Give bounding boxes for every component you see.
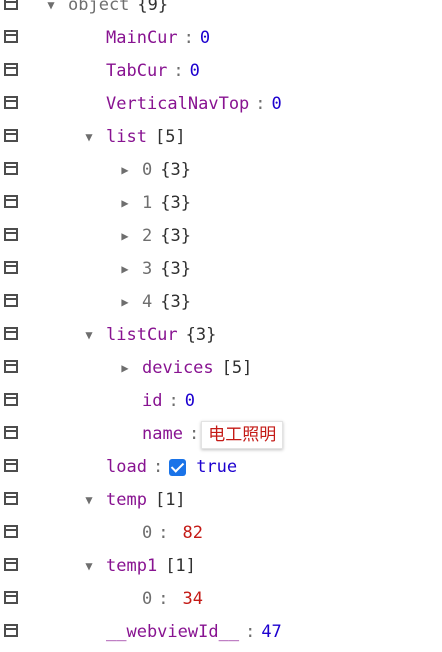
- maincur-key: MainCur: [106, 28, 178, 48]
- devices-meta: [5]: [221, 358, 253, 378]
- webviewid-key: __webviewId__: [106, 622, 240, 642]
- tree-row-temp1: ▼ temp1 [1]: [0, 550, 442, 583]
- tree-row-tabcur: TabCur : 0: [0, 55, 442, 88]
- webviewid-value[interactable]: 47: [261, 616, 281, 649]
- listcur-key: listCur: [106, 325, 178, 345]
- edit-icon[interactable]: [4, 492, 18, 505]
- tree-row-list-item: ▶ 0 {3}: [0, 154, 442, 187]
- list-item-meta: {3}: [160, 259, 191, 279]
- tree-row-root: ▼ object {9}: [0, 0, 442, 22]
- tree-row-list-item: ▶ 1 {3}: [0, 187, 442, 220]
- edit-icon[interactable]: [4, 525, 18, 538]
- edit-icon[interactable]: [4, 459, 18, 472]
- tree-row-devices: ▶ devices [5]: [0, 352, 442, 385]
- edit-icon[interactable]: [4, 591, 18, 604]
- devices-key: devices: [142, 358, 214, 378]
- temp1-item-key: 0: [142, 589, 153, 609]
- tree-row-maincur: MainCur : 0: [0, 22, 442, 55]
- tree-row-load: load : true: [0, 451, 442, 484]
- tree-row-name: name : 电工照明: [0, 418, 442, 451]
- load-key: load: [106, 457, 147, 477]
- edit-icon[interactable]: [4, 228, 18, 241]
- triangle-down-icon[interactable]: ▼: [82, 121, 96, 154]
- tree-row-temp1-item: 0 : 34: [0, 583, 442, 616]
- edit-icon[interactable]: [4, 261, 18, 274]
- temp-item-value[interactable]: 82: [183, 517, 203, 550]
- edit-icon[interactable]: [4, 294, 18, 307]
- list-item-key: 4: [142, 292, 153, 312]
- list-item-meta: {3}: [160, 226, 191, 246]
- tree-row-list-item: ▶ 2 {3}: [0, 220, 442, 253]
- edit-icon[interactable]: [4, 0, 18, 10]
- triangle-right-icon[interactable]: ▶: [118, 154, 132, 187]
- edit-icon[interactable]: [4, 426, 18, 439]
- edit-icon[interactable]: [4, 360, 18, 373]
- edit-icon[interactable]: [4, 162, 18, 175]
- edit-icon[interactable]: [4, 558, 18, 571]
- list-item-key: 0: [142, 160, 153, 180]
- triangle-right-icon[interactable]: ▶: [118, 286, 132, 319]
- temp-key: temp: [106, 490, 147, 510]
- temp1-item-value[interactable]: 34: [183, 583, 203, 616]
- root-meta: {9}: [137, 0, 169, 15]
- temp1-meta: [1]: [165, 556, 196, 576]
- edit-icon[interactable]: [4, 63, 18, 76]
- temp-item-key: 0: [142, 523, 153, 543]
- load-value: true: [196, 457, 238, 477]
- maincur-value[interactable]: 0: [200, 22, 210, 55]
- tabcur-key: TabCur: [106, 61, 168, 81]
- tree-row-id: id : 0: [0, 385, 442, 418]
- edit-icon[interactable]: [4, 195, 18, 208]
- triangle-right-icon[interactable]: ▶: [118, 187, 132, 220]
- tree-row-temp: ▼ temp [1]: [0, 484, 442, 517]
- tree-row-list-item: ▶ 3 {3}: [0, 253, 442, 286]
- triangle-right-icon[interactable]: ▶: [118, 253, 132, 286]
- tree-row-temp-item: 0 : 82: [0, 517, 442, 550]
- tree-row-webviewid: __webviewId__ : 47: [0, 616, 442, 649]
- triangle-down-icon[interactable]: ▼: [82, 319, 96, 352]
- triangle-down-icon[interactable]: ▼: [82, 550, 96, 583]
- edit-icon[interactable]: [4, 624, 18, 637]
- load-checkbox[interactable]: [169, 459, 187, 476]
- tree-row-listcur: ▼ listCur {3}: [0, 319, 442, 352]
- list-item-key: 1: [142, 193, 153, 213]
- temp1-key: temp1: [106, 556, 158, 576]
- list-item-meta: {3}: [160, 193, 191, 213]
- triangle-down-icon[interactable]: ▼: [82, 484, 96, 517]
- edit-icon[interactable]: [4, 327, 18, 340]
- triangle-right-icon[interactable]: ▶: [118, 352, 132, 385]
- verticalnavtop-value[interactable]: 0: [272, 88, 282, 121]
- verticalnavtop-key: VerticalNavTop: [106, 94, 250, 114]
- root-key: object: [68, 0, 130, 15]
- list-meta: [5]: [154, 127, 186, 147]
- list-item-key: 3: [142, 259, 153, 279]
- edit-icon[interactable]: [4, 129, 18, 142]
- tree-row-list: ▼ list [5]: [0, 121, 442, 154]
- list-key: list: [106, 127, 147, 147]
- tabcur-value[interactable]: 0: [190, 55, 200, 88]
- id-value[interactable]: 0: [185, 385, 195, 418]
- listcur-meta: {3}: [185, 325, 217, 345]
- list-item-key: 2: [142, 226, 153, 246]
- triangle-down-icon[interactable]: ▼: [44, 0, 58, 22]
- edit-icon[interactable]: [4, 393, 18, 406]
- temp-meta: [1]: [154, 490, 186, 510]
- tree-row-verticalnavtop: VerticalNavTop : 0: [0, 88, 442, 121]
- object-tree-view: ▼ object {9} MainCur : 0 TabCur : 0 Vert…: [0, 0, 442, 652]
- name-key: name: [142, 424, 183, 444]
- edit-icon[interactable]: [4, 96, 18, 109]
- list-item-meta: {3}: [160, 292, 191, 312]
- name-value-field[interactable]: 电工照明: [201, 420, 284, 449]
- list-item-meta: {3}: [160, 160, 191, 180]
- triangle-right-icon[interactable]: ▶: [118, 220, 132, 253]
- edit-icon[interactable]: [4, 30, 18, 43]
- tree-row-list-item: ▶ 4 {3}: [0, 286, 442, 319]
- id-key: id: [142, 391, 163, 411]
